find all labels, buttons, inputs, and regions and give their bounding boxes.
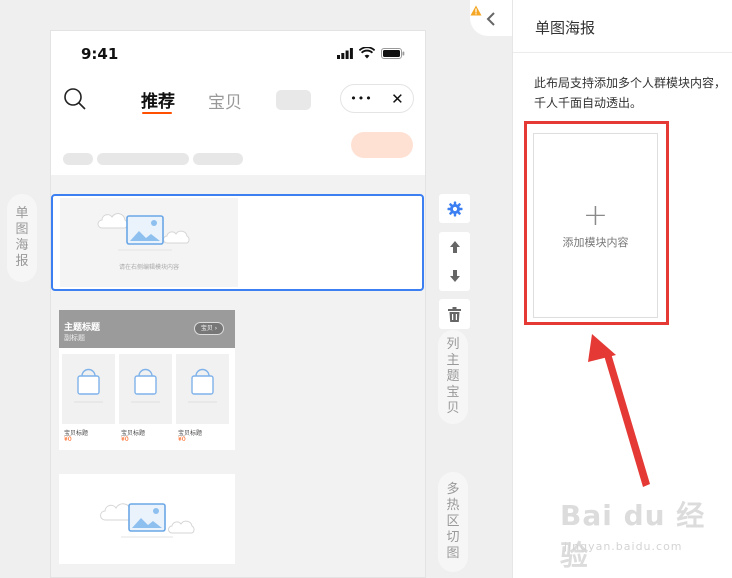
mini-program-capsule: ••• ✕ [340,84,414,113]
watermark-url: jingyan.baidu.com [564,540,683,553]
side-tab-char: 区 [446,514,460,529]
search-icon[interactable] [63,87,87,111]
collapse-panel-button[interactable] [470,0,512,36]
warning-icon [470,5,482,16]
phone-header: 9:41 推荐 宝贝 ••• ✕ [51,31,425,175]
move-buttons [439,232,470,291]
status-icons [337,47,405,59]
product-price: ¥0 [178,436,186,443]
product-thumb [62,354,115,424]
tab-baby[interactable]: 宝贝 [208,88,242,113]
skeleton-bar [63,153,93,165]
tab-active-indicator [142,112,172,114]
phone-preview: 9:41 推荐 宝贝 ••• ✕ 主题标题 副标题 宝贝 › 宝贝标题 ¥0 宝… [50,30,426,578]
module-caption: 请在右侧编辑模块内容 [118,264,179,271]
gear-icon [447,201,462,216]
module-placeholder: 请在右侧编辑模块内容 [60,198,238,287]
side-tab-char: 多 [446,482,460,497]
panel-title: 单图海报 [535,19,596,37]
side-tab-char: 图 [446,546,460,561]
panel-description: 此布局支持添加多个人群模块内容， 千人千面自动透出。 [534,73,732,113]
delete-module-button[interactable] [439,299,470,329]
side-tab-char: 宝 [446,385,460,400]
theme-header: 主题标题 副标题 宝贝 › [59,310,235,348]
image-placeholder-icon [97,213,190,251]
skeleton-bar [193,153,243,165]
canvas-area: 单 图 海 报 9:41 推荐 宝贝 ••• ✕ 主题标题 副标题 宝贝 › 宝… [0,0,512,578]
selected-single-poster-module[interactable]: 请在右侧编辑模块内容 [51,194,424,291]
side-tab-char: 题 [446,369,460,384]
properties-panel: 单图海报 此布局支持添加多个人群模块内容， 千人千面自动透出。 + 添加模块内容 [512,0,732,578]
add-module-label: 添加模块内容 [562,235,629,249]
theme-title: 主题标题 [64,323,101,333]
side-tab-char: 报 [15,254,29,269]
side-tab-char: 切 [446,530,460,545]
description-line: 此布局支持添加多个人群模块内容， [534,76,727,90]
watermark-logo: Bai du 经验 jingyan.baidu.com [560,494,732,574]
side-tab-char: 主 [446,353,460,368]
more-icon[interactable]: ••• [350,92,372,105]
shopping-bag-icon [131,368,160,403]
phone-nav: 推荐 宝贝 ••• ✕ [51,83,425,119]
side-tab-char: 列 [446,337,460,352]
close-icon[interactable]: ✕ [391,90,404,108]
product-thumb [176,354,229,424]
side-tab-single-poster[interactable]: 单 图 海 报 [7,194,37,282]
theme-subtitle: 副标题 [64,334,85,342]
tab-placeholder [276,90,311,110]
shopping-bag-icon [188,368,217,403]
theme-more-button: 宝贝 › [194,322,224,335]
module-settings-button[interactable] [439,194,470,223]
side-tab-char: 热 [446,498,460,513]
theme-product-module[interactable]: 主题标题 副标题 宝贝 › 宝贝标题 ¥0 宝贝标题 ¥0 宝贝标题 ¥0 [59,310,235,450]
watermark-text: Bai du 经验 [560,499,706,572]
trash-icon [448,306,461,322]
tab-recommend[interactable]: 推荐 [141,87,175,112]
plus-icon: + [582,197,609,233]
arrow-down-icon[interactable] [449,269,461,283]
side-tab-char: 图 [15,222,29,237]
wifi-icon [359,47,375,59]
signal-icon [337,48,353,59]
arrow-up-icon[interactable] [449,240,461,254]
panel-divider [513,52,732,53]
chevron-left-icon [486,12,495,26]
product-thumb [119,354,172,424]
side-tab-char: 单 [15,206,29,221]
hotspot-module[interactable] [59,474,235,564]
side-tab-series-theme[interactable]: 列 主 题 宝 贝 [438,330,468,424]
side-tab-char: 海 [15,238,29,253]
side-tab-multi-hotspot[interactable]: 多 热 区 切 图 [438,472,468,572]
shopping-bag-icon [74,368,103,403]
status-time: 9:41 [81,45,119,63]
skeleton-bar [97,153,189,165]
product-price: ¥0 [121,436,129,443]
follow-button-placeholder [351,132,413,158]
product-price: ¥0 [64,436,72,443]
battery-icon [381,48,405,59]
image-placeholder-icon [100,503,195,538]
add-module-content-button[interactable]: + 添加模块内容 [533,133,658,318]
description-line: 千人千面自动透出。 [534,96,643,110]
side-tab-char: 贝 [446,401,460,416]
